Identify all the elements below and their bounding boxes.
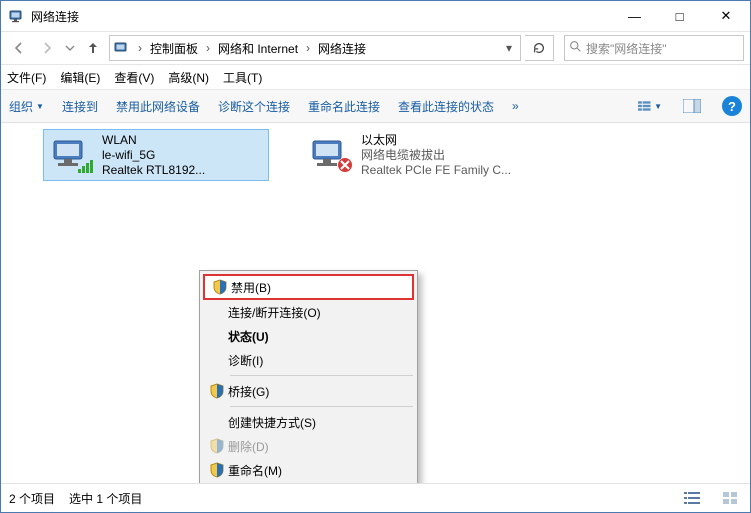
menu-file[interactable]: 文件(F) bbox=[7, 69, 46, 86]
status-item-count: 2 个项目 bbox=[9, 490, 55, 507]
menu-edit[interactable]: 编辑(E) bbox=[60, 69, 100, 86]
search-box[interactable]: 搜索"网络连接" bbox=[564, 35, 744, 61]
wlan-adapter-icon bbox=[48, 135, 96, 175]
cmd-organize[interactable]: 组织▼ bbox=[9, 98, 44, 115]
ctx-create-shortcut[interactable]: 创建快捷方式(S) bbox=[202, 410, 415, 434]
ctx-separator bbox=[230, 406, 413, 407]
status-bar: 2 个项目 选中 1 个项目 bbox=[1, 483, 750, 512]
window-title: 网络连接 bbox=[31, 8, 79, 25]
content-area[interactable]: WLAN le-wifi_5G Realtek RTL8192... bbox=[1, 123, 750, 483]
cmd-view-status[interactable]: 查看此连接的状态 bbox=[398, 98, 494, 115]
help-button[interactable]: ? bbox=[722, 96, 742, 116]
ctx-status[interactable]: 状态(U) bbox=[202, 324, 415, 348]
wlan-name: WLAN bbox=[102, 133, 205, 148]
search-icon bbox=[569, 40, 582, 56]
ethernet-name: 以太网 bbox=[361, 133, 511, 148]
wlan-ssid: le-wifi_5G bbox=[102, 148, 205, 163]
connection-item-wlan[interactable]: WLAN le-wifi_5G Realtek RTL8192... bbox=[43, 129, 269, 181]
cmd-rename[interactable]: 重命名此连接 bbox=[308, 98, 380, 115]
cmd-more[interactable]: » bbox=[512, 99, 519, 113]
address-box[interactable]: › 控制面板 › 网络和 Internet › 网络连接 ▾ bbox=[109, 35, 521, 61]
cmd-disable-device[interactable]: 禁用此网络设备 bbox=[116, 98, 200, 115]
ctx-separator bbox=[230, 375, 413, 376]
ethernet-status: 网络电缆被拔出 bbox=[361, 148, 511, 163]
menu-tools[interactable]: 工具(T) bbox=[223, 69, 262, 86]
app-icon bbox=[9, 8, 25, 24]
large-icons-view-button[interactable] bbox=[718, 488, 742, 508]
ctx-rename[interactable]: 重命名(M) bbox=[202, 458, 415, 482]
forward-button[interactable] bbox=[35, 36, 59, 60]
address-dropdown-button[interactable]: ▾ bbox=[500, 41, 518, 55]
menu-bar: 文件(F) 编辑(E) 查看(V) 高级(N) 工具(T) bbox=[1, 65, 750, 90]
status-selection: 选中 1 个项目 bbox=[69, 490, 142, 507]
title-bar: 网络连接 ― □ ✕ bbox=[1, 1, 750, 31]
menu-advanced[interactable]: 高级(N) bbox=[168, 69, 209, 86]
location-icon bbox=[114, 40, 130, 56]
close-button[interactable]: ✕ bbox=[702, 1, 750, 31]
details-view-button[interactable] bbox=[680, 488, 704, 508]
breadcrumb-control-panel[interactable]: 控制面板 bbox=[148, 40, 200, 57]
ethernet-adapter: Realtek PCIe FE Family C... bbox=[361, 163, 511, 178]
ethernet-adapter-icon bbox=[307, 135, 355, 175]
refresh-button[interactable] bbox=[525, 35, 554, 61]
shield-icon bbox=[206, 462, 228, 478]
address-bar-row: › 控制面板 › 网络和 Internet › 网络连接 ▾ 搜索"网络连接" bbox=[1, 31, 750, 65]
ctx-disable[interactable]: 禁用(B) bbox=[203, 274, 414, 300]
preview-pane-button[interactable] bbox=[680, 95, 704, 117]
ctx-diagnose[interactable]: 诊断(I) bbox=[202, 348, 415, 372]
connection-item-ethernet[interactable]: 以太网 网络电缆被拔出 Realtek PCIe FE Family C... bbox=[303, 129, 529, 181]
chevron-right-icon[interactable]: › bbox=[204, 41, 212, 55]
network-connections-window: 网络连接 ― □ ✕ › 控制面板 › 网 bbox=[0, 0, 751, 513]
minimize-button[interactable]: ― bbox=[612, 1, 657, 31]
breadcrumb-network-connections[interactable]: 网络连接 bbox=[316, 40, 368, 57]
context-menu: 禁用(B) 连接/断开连接(O) 状态(U) 诊断(I) 桥接(G) bbox=[199, 270, 418, 483]
up-button[interactable] bbox=[81, 36, 105, 60]
shield-icon bbox=[206, 383, 228, 399]
shield-icon bbox=[209, 279, 231, 295]
command-bar: 组织▼ 连接到 禁用此网络设备 诊断这个连接 重命名此连接 查看此连接的状态 »… bbox=[1, 90, 750, 123]
menu-view[interactable]: 查看(V) bbox=[114, 69, 154, 86]
breadcrumb-network-internet[interactable]: 网络和 Internet bbox=[216, 40, 300, 57]
recent-locations-button[interactable] bbox=[63, 36, 77, 60]
chevron-right-icon[interactable]: › bbox=[304, 41, 312, 55]
wlan-adapter: Realtek RTL8192... bbox=[102, 163, 205, 178]
ctx-bridge[interactable]: 桥接(G) bbox=[202, 379, 415, 403]
view-layout-button[interactable]: ▼ bbox=[638, 95, 662, 117]
back-button[interactable] bbox=[7, 36, 31, 60]
chevron-right-icon[interactable]: › bbox=[136, 41, 144, 55]
ctx-delete: 删除(D) bbox=[202, 434, 415, 458]
maximize-button[interactable]: □ bbox=[657, 1, 702, 31]
cmd-connect-to[interactable]: 连接到 bbox=[62, 98, 98, 115]
cmd-diagnose[interactable]: 诊断这个连接 bbox=[218, 98, 290, 115]
ctx-connect-disconnect[interactable]: 连接/断开连接(O) bbox=[202, 300, 415, 324]
search-placeholder: 搜索"网络连接" bbox=[586, 40, 667, 57]
shield-icon bbox=[206, 438, 228, 454]
